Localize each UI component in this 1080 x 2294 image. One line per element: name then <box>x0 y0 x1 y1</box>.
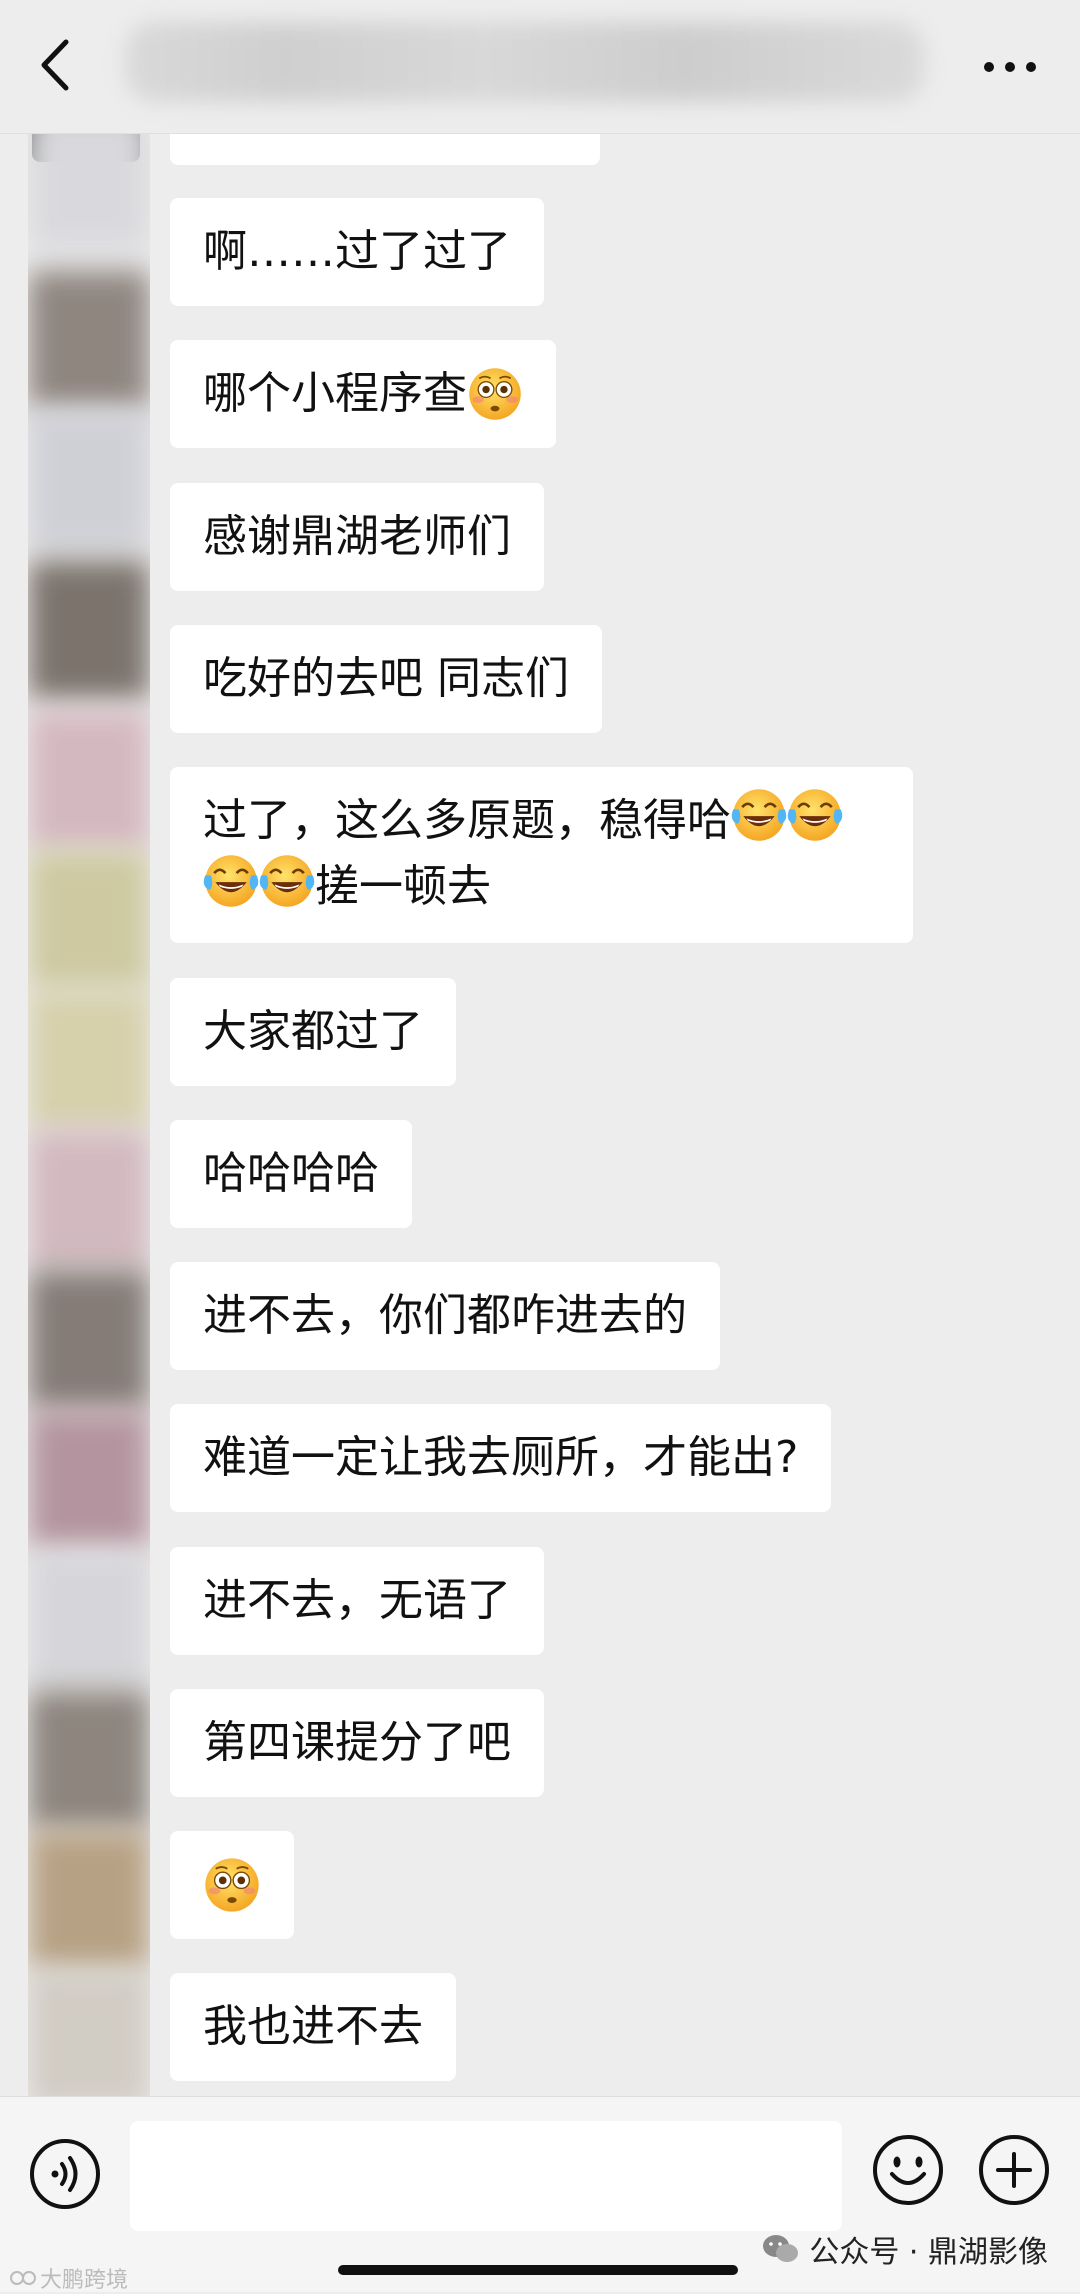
voice-input-button[interactable] <box>25 2134 105 2214</box>
message-text: 搓一顿去 <box>315 861 491 912</box>
message-input[interactable] <box>130 2121 842 2231</box>
message-bubble[interactable]: 进不去，你们都咋进去的 <box>170 1262 720 1370</box>
message-text: 大家都过了 <box>203 1006 423 1057</box>
message-bubble[interactable]: 哪个小程序查 <box>170 340 556 448</box>
message-bubble[interactable]: 难道一定让我去厕所，才能出? <box>170 1404 832 1512</box>
logo-icon <box>10 2271 36 2285</box>
watermark: 公众号 · 鼎湖影像 <box>761 2227 1048 2271</box>
message-bubble[interactable]: 大家都过了 <box>170 978 456 1086</box>
avatar[interactable] <box>28 1970 150 2105</box>
avatar[interactable] <box>28 710 150 850</box>
back-button[interactable] <box>30 30 90 100</box>
message-text: 过了，这么多原题，稳得哈 <box>203 795 731 846</box>
chevron-left-icon <box>41 39 69 91</box>
input-bar: 大鹏跨境 公众号 · 鼎湖影像 <box>0 2096 1080 2294</box>
avatar[interactable] <box>28 410 150 550</box>
message-line: 过了，这么多原题，稳得哈 <box>203 787 880 853</box>
message-bubble[interactable]: 吃好的去吧 同志们 <box>170 625 602 733</box>
message-text: 进不去，你们都咋进去的 <box>203 1290 687 1341</box>
message-text: 哪个小程序查 <box>203 368 467 419</box>
message-text: 第四课提分了吧 <box>203 1717 511 1768</box>
avatar[interactable] <box>28 1410 150 1550</box>
more-options-button[interactable] <box>975 45 1045 85</box>
message-bubble[interactable] <box>170 1831 294 1939</box>
ellipsis-icon <box>984 62 1036 72</box>
message-bubble[interactable]: 第四课提分了吧 <box>170 1689 544 1797</box>
chat-title-blurred <box>125 22 925 102</box>
avatar[interactable] <box>28 560 150 700</box>
watermark-left-text: 大鹏跨境 <box>40 2268 129 2293</box>
flushed-face-emoji <box>468 367 522 421</box>
watermark-text: 公众号 · 鼎湖影像 <box>809 2235 1048 2270</box>
message-bubble[interactable]: 我也进不去 <box>170 1973 456 2081</box>
watermark-left: 大鹏跨境 <box>10 2262 128 2294</box>
message-bubble[interactable]: 过了，这么多原题，稳得哈 搓一顿去 <box>170 767 913 943</box>
avatar[interactable] <box>28 1550 150 1690</box>
message-text: 吃好的去吧 同志们 <box>203 653 569 704</box>
message-line: 搓一顿去 <box>203 853 880 919</box>
message-text: 难道一定让我去厕所，才能出? <box>203 1432 799 1483</box>
avatar[interactable] <box>28 1830 150 1970</box>
avatar[interactable] <box>28 990 150 1130</box>
avatar[interactable] <box>28 1270 150 1410</box>
message-text: 进不去，无语了 <box>203 1575 511 1626</box>
chat-header <box>0 0 1080 134</box>
plus-icon <box>979 2135 1049 2205</box>
home-indicator[interactable] <box>338 2265 738 2275</box>
tears-of-joy-emoji <box>203 853 259 909</box>
avatar-column <box>28 130 150 2105</box>
message-bubble[interactable]: 哈哈哈哈 <box>170 1120 412 1228</box>
tears-of-joy-emoji <box>259 853 315 909</box>
avatar[interactable] <box>28 130 150 250</box>
emoji-button[interactable] <box>868 2130 948 2210</box>
more-actions-button[interactable] <box>974 2130 1054 2210</box>
tears-of-joy-emoji <box>787 787 843 843</box>
message-text: 哈哈哈哈 <box>203 1148 379 1199</box>
avatar[interactable] <box>28 1130 150 1270</box>
message-bubble[interactable]: 进不去，无语了 <box>170 1547 544 1655</box>
message-text: 啊……过了过了 <box>203 226 511 277</box>
voice-icon <box>30 2139 100 2209</box>
avatar[interactable] <box>28 1690 150 1830</box>
avatar[interactable] <box>28 850 150 990</box>
message-text: 我也进不去 <box>203 2001 423 2052</box>
message-text: 感谢鼎湖老师们 <box>203 511 511 562</box>
wechat-icon <box>763 2235 799 2262</box>
flushed-face-emoji <box>204 1857 260 1913</box>
avatar[interactable] <box>28 270 150 410</box>
message-bubble[interactable]: 啊……过了过了 <box>170 198 544 306</box>
smiley-icon <box>873 2135 943 2205</box>
message-bubble[interactable]: 感谢鼎湖老师们 <box>170 483 544 591</box>
tears-of-joy-emoji <box>731 787 787 843</box>
